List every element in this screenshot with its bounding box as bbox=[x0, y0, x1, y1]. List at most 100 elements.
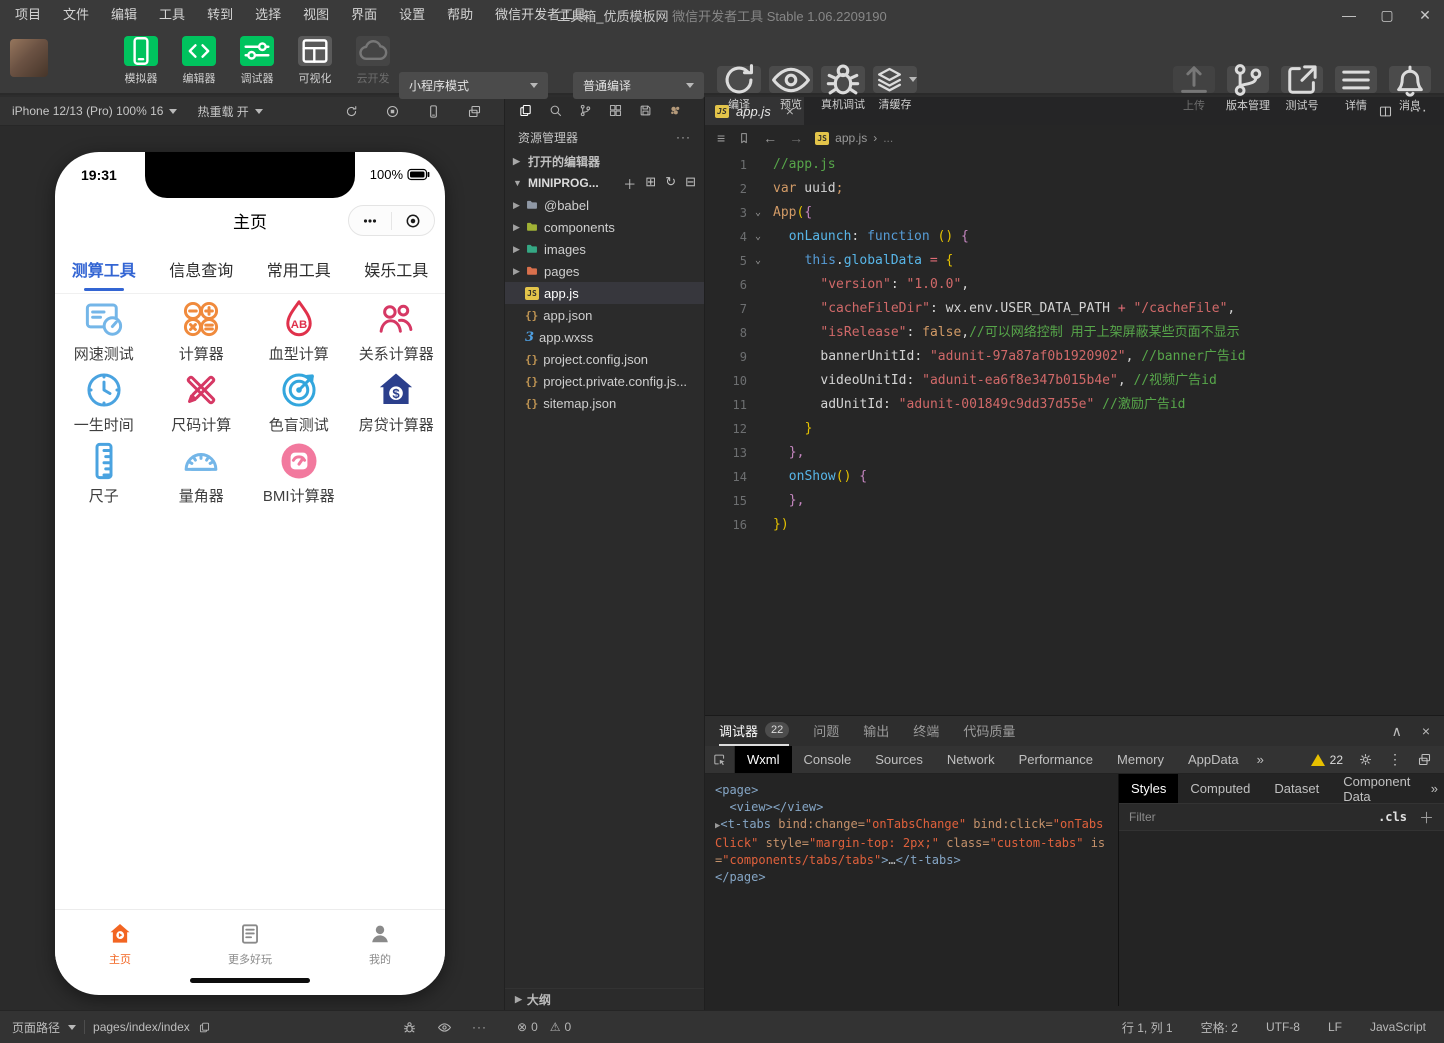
plugin-icon[interactable] bbox=[668, 103, 683, 118]
menu-item-5[interactable]: 选择 bbox=[244, 0, 292, 30]
tool-item[interactable]: 网速测试 bbox=[55, 295, 153, 366]
action-bug-button[interactable]: 真机调试 bbox=[820, 66, 866, 112]
tree-item-@babel[interactable]: ▶@babel bbox=[505, 194, 704, 216]
collapse-all-icon[interactable]: ⊟ bbox=[685, 174, 696, 193]
eye-icon[interactable] bbox=[437, 1020, 452, 1035]
search-icon[interactable] bbox=[548, 103, 563, 118]
dock-icon[interactable] bbox=[1417, 752, 1432, 767]
tabbar-home[interactable]: 主页 bbox=[55, 910, 185, 979]
menu-item-0[interactable]: 项目 bbox=[4, 0, 52, 30]
category-tab-2[interactable]: 常用工具 bbox=[250, 252, 348, 293]
panel-tab-0[interactable]: 调试器22 bbox=[719, 716, 789, 746]
bug-icon[interactable] bbox=[402, 1020, 417, 1035]
menu-item-2[interactable]: 编辑 bbox=[100, 0, 148, 30]
exit-miniprogram-icon[interactable] bbox=[392, 212, 434, 230]
tree-item-app.js[interactable]: JSapp.js bbox=[505, 282, 704, 304]
maximize-icon[interactable]: ▢ bbox=[1368, 0, 1406, 30]
more-tabs-icon[interactable]: » bbox=[1425, 774, 1444, 803]
menu-item-8[interactable]: 设置 bbox=[388, 0, 436, 30]
tool-item[interactable]: 血型计算 bbox=[250, 295, 348, 366]
devtools-tab-wxml[interactable]: Wxml bbox=[735, 746, 792, 773]
menu-item-1[interactable]: 文件 bbox=[52, 0, 100, 30]
git-branch-icon[interactable] bbox=[578, 103, 593, 118]
fold-arrow-icon[interactable]: ⌄ bbox=[747, 201, 769, 225]
styles-tab-styles[interactable]: Styles bbox=[1119, 774, 1178, 803]
menu-item-3[interactable]: 工具 bbox=[148, 0, 196, 30]
right-lines-button[interactable]: 详情 bbox=[1332, 66, 1380, 113]
minimize-icon[interactable]: — bbox=[1330, 0, 1368, 30]
multi-window-icon[interactable] bbox=[467, 104, 482, 119]
tree-item-sitemap.json[interactable]: {}sitemap.json bbox=[505, 392, 704, 414]
devtools-tab-memory[interactable]: Memory bbox=[1105, 746, 1176, 773]
category-tab-1[interactable]: 信息查询 bbox=[153, 252, 251, 293]
cls-toggle[interactable]: .cls bbox=[1378, 810, 1407, 824]
device-frame-icon[interactable] bbox=[426, 104, 441, 119]
devtools-tab-network[interactable]: Network bbox=[935, 746, 1007, 773]
tabbar-news[interactable]: 更多好玩 bbox=[185, 910, 315, 979]
more-actions-icon[interactable]: ··· bbox=[676, 130, 691, 144]
devtools-tab-sources[interactable]: Sources bbox=[863, 746, 935, 773]
project-root[interactable]: ▼ MINIPROG... ＋ ⊞ ↻ ⊟ bbox=[505, 172, 704, 194]
statusbar-problems[interactable]: ⊗0 ⚠0 bbox=[505, 1011, 705, 1043]
styles-tab-computed[interactable]: Computed bbox=[1178, 774, 1262, 803]
chevron-down-icon[interactable] bbox=[68, 1025, 76, 1030]
inspect-element-icon[interactable] bbox=[705, 746, 735, 773]
tree-item-pages[interactable]: ▶pages bbox=[505, 260, 704, 282]
right-bell-button[interactable]: 消息 bbox=[1386, 66, 1434, 113]
action-layers-button[interactable]: 清缓存 bbox=[872, 66, 918, 112]
dom-node[interactable]: <view></view> bbox=[715, 799, 1108, 816]
tool-item[interactable]: 尺码计算 bbox=[153, 366, 251, 437]
tool-item[interactable]: 色盲测试 bbox=[250, 366, 348, 437]
kebab-menu-icon[interactable]: ⋮ bbox=[1388, 751, 1402, 768]
tree-item-project.private.config.js...[interactable]: {}project.private.config.js... bbox=[505, 370, 704, 392]
dom-node[interactable]: ▶<t-tabs bind:change="onTabsChange" bind… bbox=[715, 816, 1108, 869]
right-branch-button[interactable]: 版本管理 bbox=[1224, 66, 1272, 113]
dom-node[interactable]: </page> bbox=[715, 869, 1108, 886]
tool-item[interactable]: 尺子 bbox=[55, 437, 153, 508]
files-icon[interactable] bbox=[518, 103, 533, 118]
toolbar-sliders-button[interactable]: 调试器 bbox=[232, 36, 282, 86]
open-editors-section[interactable]: ▶ 打开的编辑器 bbox=[505, 150, 704, 172]
tool-item[interactable]: BMI计算器 bbox=[250, 437, 348, 508]
user-avatar[interactable] bbox=[10, 39, 48, 77]
close-icon[interactable]: ✕ bbox=[1406, 0, 1444, 30]
tool-item[interactable]: 计算器 bbox=[153, 295, 251, 366]
tool-item[interactable]: 房贷计算器 bbox=[348, 366, 446, 437]
more-actions-icon[interactable]: ··· bbox=[472, 1020, 487, 1034]
more-tabs-icon[interactable]: » bbox=[1251, 746, 1270, 773]
tool-item[interactable]: 一生时间 bbox=[55, 366, 153, 437]
devtools-tab-console[interactable]: Console bbox=[792, 746, 864, 773]
menu-item-6[interactable]: 视图 bbox=[292, 0, 340, 30]
status-item-2[interactable]: UTF-8 bbox=[1266, 1020, 1300, 1034]
status-item-4[interactable]: JavaScript bbox=[1370, 1020, 1426, 1034]
menu-item-9[interactable]: 帮助 bbox=[436, 0, 484, 30]
panel-tab-2[interactable]: 输出 bbox=[863, 716, 889, 746]
category-tab-0[interactable]: 测算工具 bbox=[55, 252, 153, 293]
filter-input[interactable] bbox=[1129, 810, 1378, 824]
toolbar-layout-button[interactable]: 可视化 bbox=[290, 36, 340, 86]
save-icon[interactable] bbox=[638, 103, 653, 118]
tabbar-person[interactable]: 我的 bbox=[315, 910, 445, 979]
styles-tab-component-data[interactable]: Component Data bbox=[1331, 774, 1425, 803]
add-style-icon[interactable]: ＋ bbox=[1419, 807, 1434, 828]
toolbar-code-button[interactable]: 编辑器 bbox=[174, 36, 224, 86]
tree-item-project.config.json[interactable]: {}project.config.json bbox=[505, 348, 704, 370]
status-item-3[interactable]: LF bbox=[1328, 1020, 1342, 1034]
copy-icon[interactable] bbox=[198, 1021, 211, 1034]
mode-select[interactable]: 小程序模式 bbox=[399, 72, 548, 99]
extensions-icon[interactable] bbox=[608, 103, 623, 118]
tool-item[interactable]: 关系计算器 bbox=[348, 295, 446, 366]
compile-select[interactable]: 普通编译 bbox=[573, 72, 704, 99]
collapse-panel-icon[interactable]: ∧ bbox=[1392, 723, 1402, 740]
devtools-tab-appdata[interactable]: AppData bbox=[1176, 746, 1251, 773]
tool-item[interactable]: 量角器 bbox=[153, 437, 251, 508]
status-item-1[interactable]: 空格: 2 bbox=[1201, 1019, 1238, 1036]
styles-tab-dataset[interactable]: Dataset bbox=[1262, 774, 1331, 803]
right-external-button[interactable]: 测试号 bbox=[1278, 66, 1326, 113]
panel-tab-1[interactable]: 问题 bbox=[813, 716, 839, 746]
category-tab-3[interactable]: 娱乐工具 bbox=[348, 252, 446, 293]
tree-item-app.json[interactable]: {}app.json bbox=[505, 304, 704, 326]
fold-arrow-icon[interactable]: ⌄ bbox=[747, 225, 769, 249]
close-panel-icon[interactable]: × bbox=[1422, 723, 1430, 740]
panel-tab-4[interactable]: 代码质量 bbox=[963, 716, 1015, 746]
